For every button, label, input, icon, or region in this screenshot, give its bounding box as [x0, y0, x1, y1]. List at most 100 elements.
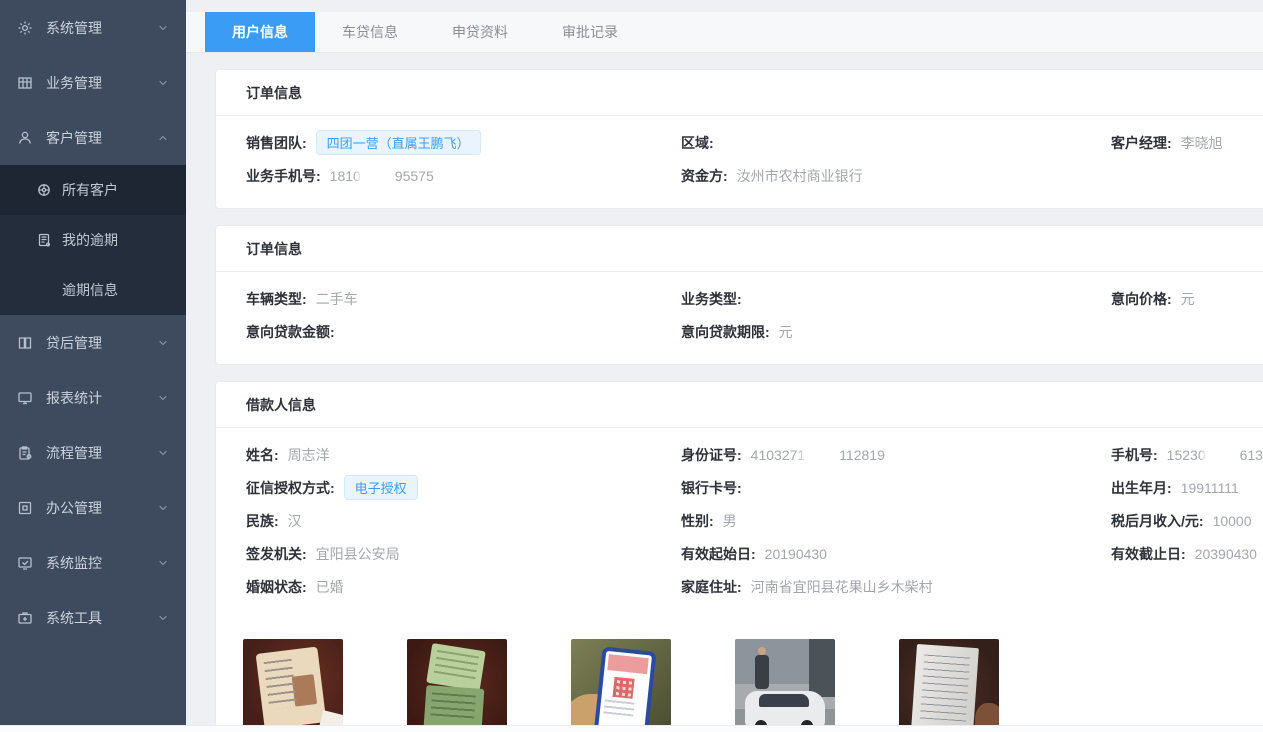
field-0-3: 业务手机号:181095575 — [246, 159, 681, 192]
authorization-screenshot[interactable] — [571, 639, 671, 726]
field-value: 周志洋 — [288, 445, 330, 465]
credential-photo[interactable] — [407, 639, 507, 726]
field-label: 车辆类型: — [246, 289, 307, 309]
gear-icon — [16, 19, 34, 37]
monitor-icon — [16, 389, 34, 407]
sidebar-item-label: 流程管理 — [46, 443, 156, 463]
field-label: 银行卡号: — [681, 478, 742, 498]
sidebar-item-system-tools[interactable]: 系统工具 — [0, 590, 186, 645]
tab-user-info[interactable]: 用户信息 — [205, 12, 315, 52]
photo-item-id-card-photo[interactable]: 本人照 — [243, 639, 343, 726]
sidebar: 系统管理业务管理客户管理所有客户我的逾期逾期信息贷后管理报表统计流程管理办公管理… — [0, 0, 186, 726]
submenu-customer-mgmt: 所有客户我的逾期逾期信息 — [0, 165, 186, 315]
sidebar-item-system-monitor[interactable]: 系统监控 — [0, 535, 186, 590]
sidebar-item-label: 业务管理 — [46, 73, 156, 93]
sidebar-item-business-mgmt[interactable]: 业务管理 — [0, 55, 186, 110]
field-tag[interactable]: 电子授权 — [344, 475, 418, 500]
redaction-mask — [362, 168, 394, 183]
photo-item-authorization-screenshot[interactable]: 授权截图 — [571, 639, 671, 726]
field-label: 签发机关: — [246, 544, 307, 564]
id-card-photo[interactable] — [243, 639, 343, 726]
sidebar-item-label: 系统工具 — [46, 608, 156, 628]
photo-detail — [319, 710, 343, 726]
grid-icon — [16, 74, 34, 92]
field-label: 业务手机号: — [246, 166, 321, 186]
field-tag[interactable]: 四团一营（直属王鹏飞） — [316, 130, 481, 155]
card-fields: 车辆类型:二手车业务类型:意向价格:元意向贷款金额:意向贷款期限:元 — [216, 272, 1263, 364]
field-label: 业务类型: — [681, 289, 742, 309]
field-label: 手机号: — [1111, 445, 1158, 465]
field-label: 意向价格: — [1111, 289, 1172, 309]
card-title: 借款人信息 — [216, 382, 1263, 428]
field-2-12: 婚姻状态:已婚 — [246, 570, 681, 603]
photo-item-other-material-photo[interactable]: 其他材料 — [899, 639, 999, 726]
field-2-9: 签发机关:宜阳县公安局 — [246, 537, 681, 570]
sidebar-item-label: 系统管理 — [46, 18, 156, 38]
field-2-2: 手机号:152306137 — [1111, 438, 1263, 471]
field-2-6: 民族:汉 — [246, 504, 681, 537]
field-label: 家庭住址: — [681, 577, 742, 597]
sidebar-item-label: 办公管理 — [46, 498, 156, 518]
field-label: 有效起始日: — [681, 544, 756, 564]
horizontal-scrollbar[interactable] — [0, 725, 1263, 732]
person-car-photo[interactable] — [735, 639, 835, 726]
field-0-1: 区域: — [681, 126, 1111, 159]
chevron-down-icon — [156, 501, 170, 515]
sidebar-item-report-stats[interactable]: 报表统计 — [0, 370, 186, 425]
field-1-2: 意向价格:元 — [1111, 282, 1233, 315]
tab-approval-records[interactable]: 审批记录 — [535, 12, 645, 52]
field-2-1: 身份证号:4103271112819 — [681, 438, 1111, 471]
field-2-4: 银行卡号: — [681, 471, 1111, 504]
sidebar-item-postloan-mgmt[interactable]: 贷后管理 — [0, 315, 186, 370]
chevron-down-icon — [156, 611, 170, 625]
tab-loan-application-docs[interactable]: 申贷资料 — [425, 12, 535, 52]
sidebar-item-overdue-info[interactable]: 逾期信息 — [0, 265, 186, 315]
field-value: 4103271 — [751, 447, 806, 463]
chevron-down-icon — [156, 391, 170, 405]
sidebar-item-my-overdue[interactable]: 我的逾期 — [0, 215, 186, 265]
clipboard-icon — [16, 444, 34, 462]
field-label: 销售团队: — [246, 133, 307, 153]
field-label: 姓名: — [246, 445, 279, 465]
sidebar-item-customer-mgmt[interactable]: 客户管理 — [0, 110, 186, 165]
photo-detail — [424, 685, 485, 726]
square-icon — [16, 499, 34, 517]
sidebar-item-system-mgmt[interactable]: 系统管理 — [0, 0, 186, 55]
toolbox-icon — [16, 609, 34, 627]
photo-item-person-car-photo[interactable]: 人车合影 — [735, 639, 835, 726]
photo-detail — [745, 691, 825, 726]
field-1-0: 车辆类型:二手车 — [246, 282, 681, 315]
field-1-4: 意向贷款期限:元 — [681, 315, 1111, 348]
field-2-13: 家庭住址:河南省宜阳县花果山乡木柴村 — [681, 570, 1111, 603]
chevron-down-icon — [156, 76, 170, 90]
sidebar-item-office-mgmt[interactable]: 办公管理 — [0, 480, 186, 535]
photo-item-credential-photo[interactable]: 证件照片 — [407, 639, 507, 726]
chevron-up-icon — [156, 131, 170, 145]
field-2-0: 姓名: 周志洋 — [246, 438, 681, 471]
sidebar-item-process-mgmt[interactable]: 流程管理 — [0, 425, 186, 480]
field-label: 身份证号: — [681, 445, 742, 465]
sidebar-item-label: 所有客户 — [62, 180, 170, 200]
field-value: 10000 — [1213, 513, 1252, 529]
field-label: 婚姻状态: — [246, 577, 307, 597]
sidebar-item-label: 客户管理 — [46, 128, 156, 148]
sidebar-item-label: 我的逾期 — [62, 230, 170, 250]
card-order-info-1: 订单信息销售团队:四团一营（直属王鹏飞）区域:客户经理:李晓旭业务手机号:181… — [215, 69, 1263, 209]
card-title: 订单信息 — [216, 70, 1263, 116]
other-material-photo[interactable] — [899, 639, 999, 726]
photo-detail — [603, 699, 634, 716]
sidebar-item-all-customers[interactable]: 所有客户 — [0, 165, 186, 215]
field-label: 征信授权方式: — [246, 478, 335, 498]
field-2-11: 有效截止日:20390430 — [1111, 537, 1263, 570]
field-label: 客户经理: — [1111, 133, 1172, 153]
card-fields: 姓名:周志洋身份证号:4103271112819手机号:152306137征信授… — [216, 428, 1263, 619]
field-value: 汝州市农村商业银行 — [737, 166, 863, 186]
field-value: 1810 — [330, 168, 361, 184]
tab-car-loan-info[interactable]: 车贷信息 — [315, 12, 425, 52]
chevron-down-icon — [156, 556, 170, 570]
field-label: 民族: — [246, 511, 279, 531]
notebook-icon — [36, 231, 52, 249]
field-2-10: 有效起始日:20190430 — [681, 537, 1111, 570]
field-2-5: 出生年月:19911111 — [1111, 471, 1263, 504]
field-value: 19911111 — [1181, 480, 1239, 496]
